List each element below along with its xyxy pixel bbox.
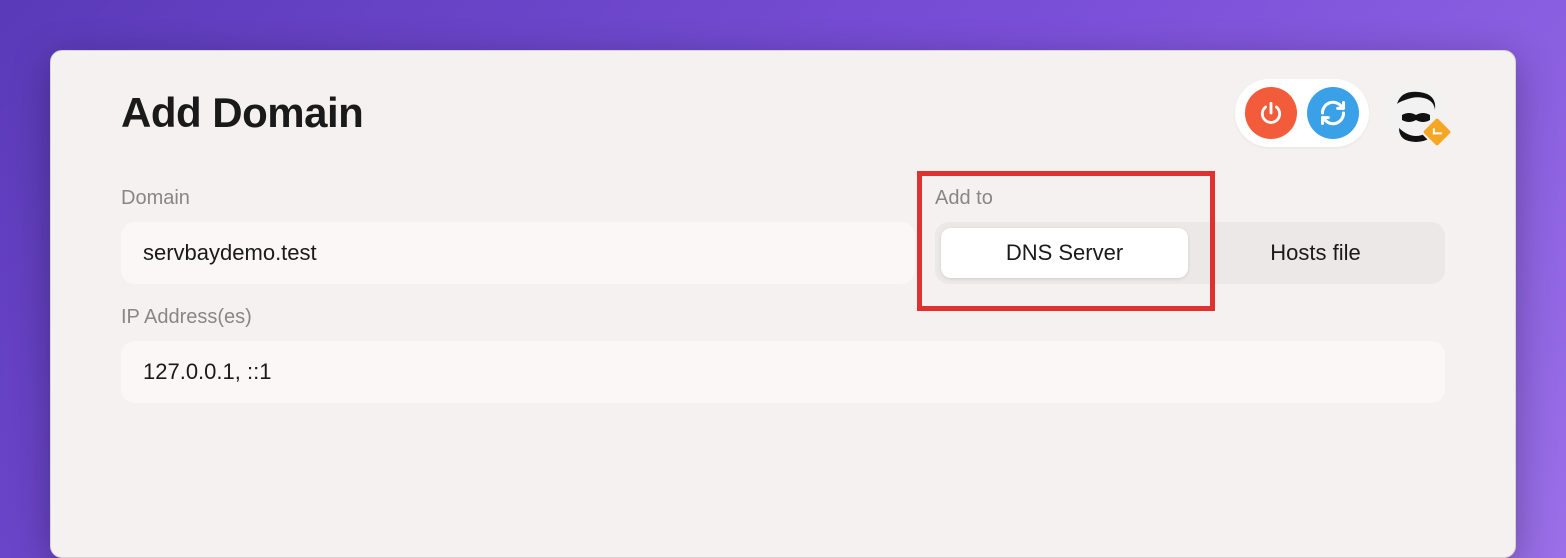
segmented-option-dns-server[interactable]: DNS Server — [941, 228, 1188, 278]
refresh-button[interactable] — [1307, 87, 1359, 139]
page-title: Add Domain — [121, 89, 363, 137]
ip-field-group: IP Address(es) — [121, 306, 1445, 403]
avatar-button[interactable] — [1387, 84, 1445, 142]
form-row-ip: IP Address(es) — [121, 306, 1445, 403]
power-button[interactable] — [1245, 87, 1297, 139]
power-icon — [1258, 100, 1284, 126]
segmented-option-hosts-file[interactable]: Hosts file — [1192, 228, 1439, 278]
domain-label: Domain — [121, 187, 915, 210]
add-to-label: Add to — [935, 187, 1445, 210]
ip-label: IP Address(es) — [121, 306, 1445, 329]
window-content: Add Domain — [51, 51, 1515, 403]
ip-input[interactable] — [121, 341, 1445, 403]
add-to-segmented: DNS Server Hosts file — [935, 222, 1445, 284]
app-window: Add Domain — [50, 50, 1516, 558]
domain-input[interactable] — [121, 222, 915, 284]
domain-field-group: Domain — [121, 187, 915, 284]
form-row-domain: Domain Add to DNS Server Hosts file — [121, 187, 1445, 284]
action-pill — [1235, 79, 1369, 147]
refresh-icon — [1319, 99, 1347, 127]
add-to-field-group: Add to DNS Server Hosts file — [935, 187, 1445, 284]
header-row: Add Domain — [121, 79, 1445, 147]
header-actions — [1235, 79, 1445, 147]
